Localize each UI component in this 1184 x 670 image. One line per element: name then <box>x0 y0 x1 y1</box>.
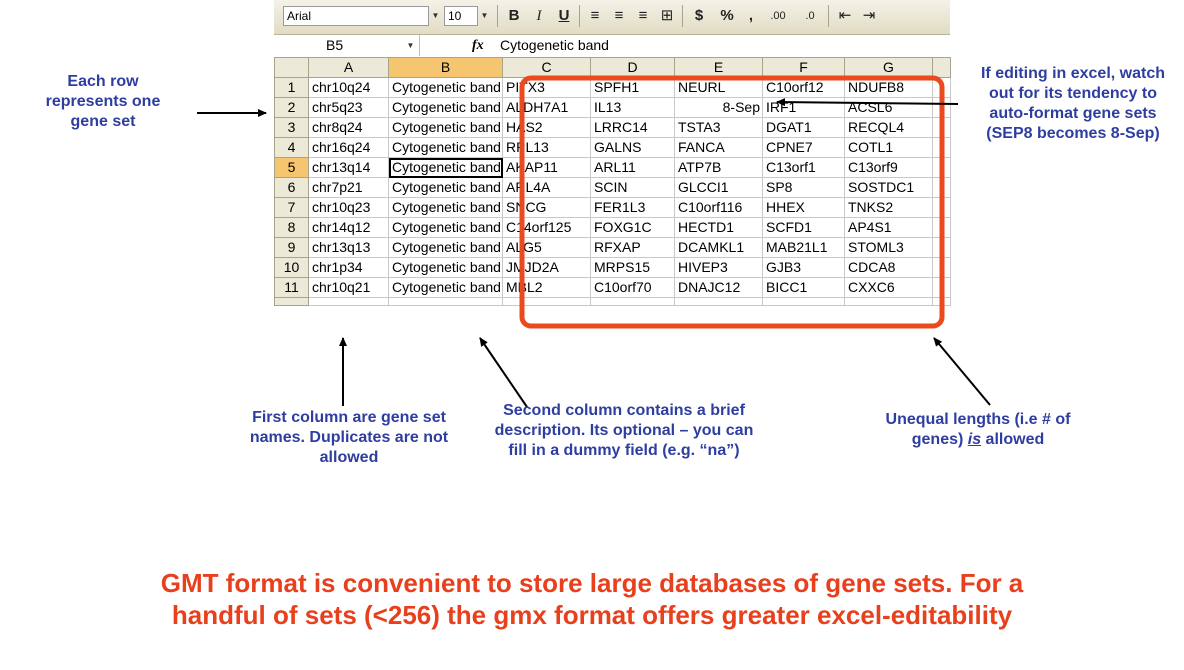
first-column-note: First column are gene set names. Duplica… <box>249 409 449 466</box>
bottom-caption: GMT format is convenient to store large … <box>160 568 1024 630</box>
second-column-note: Second column contains a brief descripti… <box>494 402 754 459</box>
unequal-length-note: Unequal lengths (i.e # of genes) is allo… <box>858 410 1098 450</box>
highlight-box <box>519 75 945 329</box>
unequal-note-emphasis: is <box>967 431 982 448</box>
unequal-note-text-end: allowed <box>981 431 1045 448</box>
autoformat-arrow <box>776 98 959 107</box>
row-note: Each row represents one gene set <box>45 73 161 130</box>
second-column-arrow <box>479 337 528 408</box>
excel-autoformat-note: If editing in excel, watch out for its t… <box>980 65 1166 142</box>
unequal-length-arrow <box>933 337 991 406</box>
